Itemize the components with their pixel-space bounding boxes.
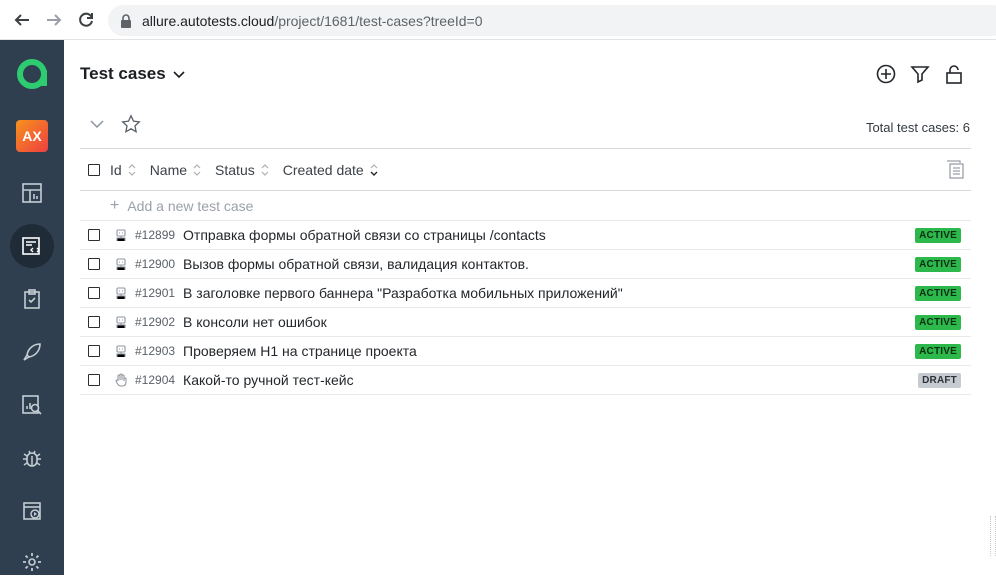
back-icon[interactable] [12,10,32,30]
test-cases-table: Id Name Status Created date + Add a new … [80,148,971,395]
url-host: allure.autotests.cloud [142,12,275,29]
row-checkbox[interactable] [88,229,100,241]
play-window-icon [23,502,41,520]
status-badge: ACTIVE [915,257,961,272]
manual-hand-icon [114,373,128,387]
column-id-label: Id [110,161,122,178]
lock-icon [120,13,132,28]
automated-robot-icon [114,257,128,271]
unlock-icon[interactable] [942,62,966,86]
test-cases-icon [22,237,40,255]
allure-logo-icon[interactable] [14,56,50,92]
rocket-icon [23,343,41,361]
test-case-id: #12902 [135,315,176,329]
test-case-id: #12903 [135,344,176,358]
dashboard-icon [22,183,42,203]
sidebar: AX [0,40,64,575]
sort-icon [128,163,136,176]
avatar[interactable]: AX [16,120,48,152]
sort-icon [261,163,269,176]
status-badge: ACTIVE [915,286,961,301]
sidebar-item-analytics[interactable] [10,383,54,427]
table-row[interactable]: #12902 В консоли нет ошибок ACTIVE [80,308,971,337]
automated-robot-icon [114,228,128,242]
row-checkbox[interactable] [88,374,100,386]
test-case-id: #12904 [135,373,176,387]
plus-icon: + [110,196,120,214]
bug-icon [23,450,41,467]
chevron-down-icon [173,71,185,79]
sort-icon [193,163,201,176]
table-row[interactable]: #12899 Отправка формы обратной связи со … [80,221,971,250]
sidebar-item-jobs[interactable] [10,489,54,533]
table-header: Id Name Status Created date [80,148,971,191]
column-status[interactable]: Status [215,162,269,178]
select-all-checkbox[interactable] [88,163,100,176]
sidebar-item-defects[interactable] [10,436,54,480]
status-badge: ACTIVE [915,315,961,330]
test-case-name: Вызов формы обратной связи, валидация ко… [183,256,529,272]
status-badge: ACTIVE [915,344,961,359]
row-checkbox[interactable] [88,316,100,328]
collapse-chevron-icon[interactable] [86,113,108,135]
filter-icon[interactable] [908,62,932,86]
sidebar-item-test-plans[interactable] [10,277,54,321]
add-circle-icon[interactable] [874,62,898,86]
test-case-name: В консоли нет ошибок [183,314,327,330]
sidebar-item-settings[interactable] [10,540,54,584]
clipboard-icon [24,289,40,309]
row-checkbox[interactable] [88,258,100,270]
add-test-case-row[interactable]: + Add a new test case [80,191,971,221]
row-checkbox[interactable] [88,287,100,299]
add-test-case-label: Add a new test case [127,197,254,214]
row-checkbox[interactable] [88,345,100,357]
test-case-id: #12900 [135,257,176,271]
sort-desc-icon [370,163,378,176]
page-title[interactable]: Test cases [80,64,186,84]
automated-robot-icon [114,315,128,329]
sidebar-item-test-cases[interactable] [10,224,54,268]
column-created-date[interactable]: Created date [283,162,378,178]
test-case-name: Какой-то ручной тест-кейс [183,372,354,388]
page-title-text: Test cases [80,64,166,83]
test-case-id: #12901 [135,286,176,300]
main-content: Test cases Total test cases: 6 Id Name S [64,40,996,575]
test-case-id: #12899 [135,228,176,242]
table-row[interactable]: #12903 Проверяем H1 на странице проекта … [80,337,971,366]
status-badge: ACTIVE [915,228,961,243]
reload-icon[interactable] [76,10,96,30]
column-name[interactable]: Name [150,162,201,178]
total-test-cases: Total test cases: 6 [865,120,970,135]
browser-toolbar: allure.autotests.cloud/project/1681/test… [0,0,996,40]
automated-robot-icon [114,344,128,358]
address-bar[interactable]: allure.autotests.cloud/project/1681/test… [108,5,996,36]
sidebar-item-launches[interactable] [10,330,54,374]
column-status-label: Status [215,161,255,178]
test-case-name: Проверяем H1 на странице проекта [183,343,417,359]
analytics-search-icon [22,395,42,415]
status-badge: DRAFT [918,373,961,388]
table-row[interactable]: #12901 В заголовке первого баннера "Разр… [80,279,971,308]
column-name-label: Name [149,161,188,178]
table-row[interactable]: #12904 Какой-то ручной тест-кейс DRAFT [80,366,971,395]
automated-robot-icon [114,286,128,300]
gear-icon [23,553,41,571]
test-case-name: В заголовке первого баннера "Разработка … [183,285,623,301]
column-settings-icon[interactable] [945,160,965,183]
column-id[interactable]: Id [110,162,136,178]
url-path: /project/1681/test-cases?treeId=0 [274,12,483,29]
test-case-name: Отправка формы обратной связи со страниц… [183,227,546,243]
column-created-date-label: Created date [282,161,364,178]
sidebar-item-dashboard[interactable] [10,171,54,215]
star-icon[interactable] [120,113,142,135]
resize-handle[interactable] [990,516,996,556]
table-row[interactable]: #12900 Вызов формы обратной связи, валид… [80,250,971,279]
forward-icon[interactable] [44,10,64,30]
